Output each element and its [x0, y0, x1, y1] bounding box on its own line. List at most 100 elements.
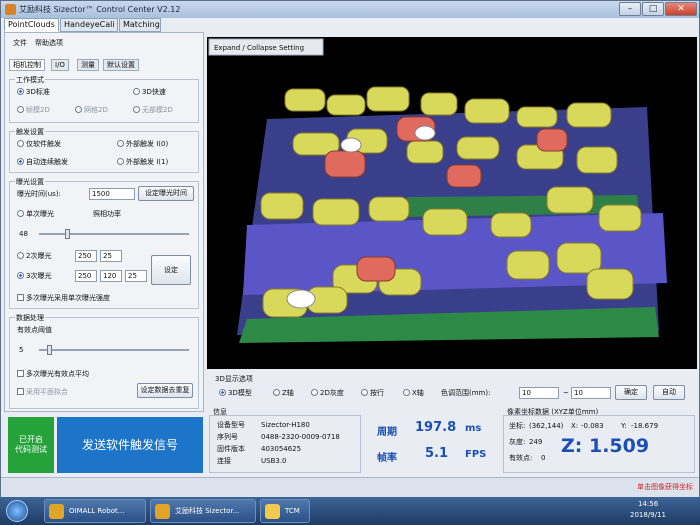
y-value: -18.679	[631, 422, 659, 430]
title-bar: 艾励科技 Sizector™ Control Center V2.12 – □ …	[1, 1, 699, 18]
display-z-axis[interactable]: Z轴	[273, 388, 294, 398]
status-bar: 单击图像获得坐标	[1, 477, 699, 497]
display-3d-model[interactable]: 3D模型	[219, 388, 252, 398]
pointcloud-render[interactable]: Expand / Collapse Setting	[207, 37, 697, 369]
display-title: 3D显示选项	[215, 375, 253, 383]
double-exposure-radio[interactable]: 2次曝光	[17, 251, 51, 261]
pos-label: 坐标:	[509, 422, 526, 430]
trigger-auto[interactable]: 自动连续触发	[17, 157, 68, 167]
app-icon	[5, 4, 16, 15]
device-model-value: Sizector-H180	[261, 421, 310, 429]
tab-pointclouds[interactable]: PointClouds	[4, 18, 59, 32]
valid-threshold-slider[interactable]	[39, 345, 189, 355]
tab-handeyecali[interactable]: HandeyeCali	[60, 18, 118, 32]
status-green-line-1: 已开启	[19, 435, 43, 444]
triple-exposure-input-3[interactable]: 25	[125, 270, 147, 282]
serial-value: 0488-2320-0009-0718	[261, 433, 340, 441]
start-button[interactable]	[6, 500, 28, 522]
trigger-external-0[interactable]: 外部触发 I(0)	[117, 139, 168, 149]
range-min-input[interactable]: 10	[519, 387, 559, 399]
period-value: 197.8	[415, 420, 457, 435]
radio-icon	[117, 140, 124, 147]
radio-icon	[117, 158, 124, 165]
subtab-measure[interactable]: 测量	[77, 59, 99, 71]
mode-3d-fast[interactable]: 3D快速	[133, 87, 166, 97]
exposure-time-label: 曝光时间(us):	[17, 190, 61, 198]
maximize-button[interactable]: □	[642, 2, 664, 16]
slider-thumb[interactable]	[65, 229, 70, 239]
checkbox-icon	[17, 370, 24, 377]
flag-label: 有效点:	[509, 454, 533, 462]
set-exposure-button[interactable]: 设定	[151, 255, 191, 285]
tab-matching[interactable]: Matching	[119, 18, 161, 32]
radio-icon	[133, 88, 140, 95]
display-by-row[interactable]: 按行	[361, 388, 384, 398]
mode-noframe-2d[interactable]: 无部模2D	[133, 105, 173, 115]
mode-3d-standard[interactable]: 3D标准	[17, 87, 50, 97]
multi-exposure-checkbox[interactable]: 多次曝光采用单次曝光强度	[17, 293, 110, 303]
trigger-external-1[interactable]: 外部触发 I(1)	[117, 157, 168, 167]
info-panel: 信息 设备型号 Sizector-H180 序列号 0488-2320-0009…	[207, 407, 697, 475]
radio-icon	[403, 389, 410, 396]
status-hint: 单击图像获得坐标	[637, 483, 693, 491]
valid-threshold-value: 5	[19, 346, 24, 354]
triple-exposure-input-2[interactable]: 120	[100, 270, 122, 282]
display-2d-gray[interactable]: 2D灰度	[311, 388, 344, 398]
checkbox-icon	[17, 294, 24, 301]
firmware-label: 固件版本	[217, 445, 245, 453]
z-value-display: Z: 1.509	[561, 435, 650, 457]
triple-exposure-input-1[interactable]: 250	[75, 270, 97, 282]
exposure-time-input[interactable]: 1500	[89, 188, 135, 200]
clock-date: 2018/9/11	[630, 511, 666, 519]
apply-range-button[interactable]: 确定	[615, 385, 647, 400]
period-label: 周期	[377, 427, 397, 438]
set-exposure-time-button[interactable]: 设定曝光时间	[138, 186, 194, 201]
display-x-axis[interactable]: X轴	[403, 388, 424, 398]
mode-frame-2d[interactable]: 帧模2D	[17, 105, 50, 115]
double-exposure-input-2[interactable]: 25	[100, 250, 122, 262]
flag-value: 0	[541, 454, 546, 462]
radio-icon	[17, 106, 24, 113]
trigger-software[interactable]: 仅软件触发	[17, 139, 61, 149]
status-green-button[interactable]: 已开启 代码测试	[8, 417, 54, 473]
single-exposure-slider[interactable]	[39, 229, 189, 239]
slider-thumb[interactable]	[47, 345, 52, 355]
auto-range-button[interactable]: 自动	[653, 385, 685, 400]
multi-avg-checkbox[interactable]: 多次曝光有效点平均	[17, 369, 89, 379]
radio-icon	[17, 272, 24, 279]
radio-icon	[17, 140, 24, 147]
minimize-button[interactable]: –	[619, 2, 641, 16]
status-green-line-2: 代码测试	[15, 445, 47, 454]
set-filter-button[interactable]: 设定数据去重复	[137, 383, 193, 398]
x-label: X:	[571, 422, 579, 430]
gain-label: 照相功率	[93, 210, 121, 218]
subtab-io[interactable]: I/O	[51, 59, 69, 71]
main-window: 艾励科技 Sizector™ Control Center V2.12 – □ …	[0, 0, 700, 497]
single-exposure-radio[interactable]: 单次曝光	[17, 209, 54, 219]
subtab-default[interactable]: 默认设置	[103, 59, 139, 71]
radio-icon	[133, 106, 140, 113]
menu-file[interactable]: 文件	[13, 38, 27, 48]
close-button[interactable]: ✕	[665, 2, 697, 16]
triple-exposure-radio[interactable]: 3次曝光	[17, 271, 51, 281]
taskbar-item-robot[interactable]: OIMALL Robot...	[44, 499, 146, 523]
send-trigger-button[interactable]: 发送软件触发信号	[57, 417, 203, 473]
menu-help[interactable]: 帮助选项	[35, 38, 63, 48]
range-max-input[interactable]: 10	[571, 387, 611, 399]
settings-panel: 文件 帮助选项 相机控制 I/O 测量 默认设置 工作模式 3D标准 3D快速 …	[4, 32, 204, 412]
filter-title: 数据处理	[15, 313, 45, 323]
rate-unit: FPS	[465, 449, 487, 460]
gray-label: 灰度:	[509, 438, 526, 446]
taskbar-item-tcm[interactable]: TCM	[260, 499, 310, 523]
folder-icon	[265, 504, 280, 519]
pointcloud-viewer[interactable]: Expand / Collapse Setting	[207, 37, 697, 369]
subtab-camera[interactable]: 相机控制	[9, 59, 45, 71]
mode-grid-2d[interactable]: 网格2D	[75, 105, 108, 115]
work-mode-title: 工作模式	[15, 75, 45, 85]
checkbox-icon	[17, 388, 24, 395]
plane-fit-checkbox[interactable]: 采用平面拟合	[17, 387, 68, 397]
taskbar-item-sizector[interactable]: 艾励科技 Sizector...	[150, 499, 256, 523]
work-mode-group	[9, 79, 199, 123]
double-exposure-input-1[interactable]: 250	[75, 250, 97, 262]
connection-value: USB3.0	[261, 457, 287, 465]
